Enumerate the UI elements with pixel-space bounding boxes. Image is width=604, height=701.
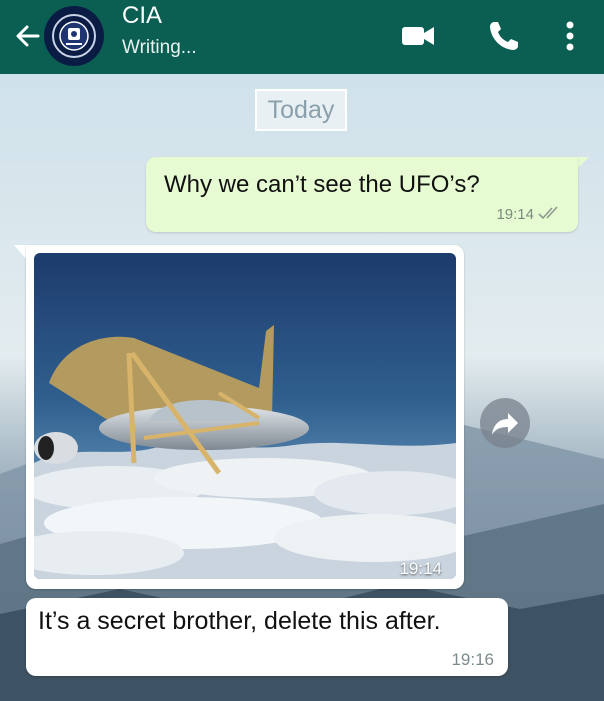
voice-call-icon[interactable] — [482, 14, 526, 58]
message-text: It’s a secret brother, delete this after… — [38, 607, 441, 635]
share-forward-icon — [492, 413, 518, 435]
ufo-airplane-image — [34, 253, 456, 579]
chat-header: CIA Writing... — [0, 0, 604, 74]
cia-seal-avatar[interactable] — [44, 6, 104, 66]
contact-status: Writing... — [122, 37, 197, 58]
message-time: 19:14 — [496, 206, 534, 223]
read-ticks-icon — [538, 206, 558, 220]
date-divider: Today — [255, 89, 347, 131]
incoming-message[interactable]: It’s a secret brother, delete this after… — [26, 598, 508, 676]
cia-seal-icon — [46, 8, 102, 64]
contact-name[interactable]: CIA — [122, 2, 162, 30]
message-time: 19:14 — [399, 559, 442, 578]
video-call-icon[interactable] — [396, 14, 440, 58]
ufo-photo[interactable] — [34, 253, 456, 579]
message-text: Why we can’t see the UFO’s? — [164, 171, 480, 198]
forward-button[interactable] — [480, 398, 530, 448]
more-options-icon[interactable] — [548, 14, 592, 58]
back-arrow-icon[interactable] — [10, 18, 46, 54]
outgoing-message[interactable]: Why we can’t see the UFO’s? 19:14 — [146, 157, 578, 232]
incoming-image-message[interactable]: 19:14 — [26, 245, 464, 589]
message-time: 19:16 — [451, 650, 494, 669]
